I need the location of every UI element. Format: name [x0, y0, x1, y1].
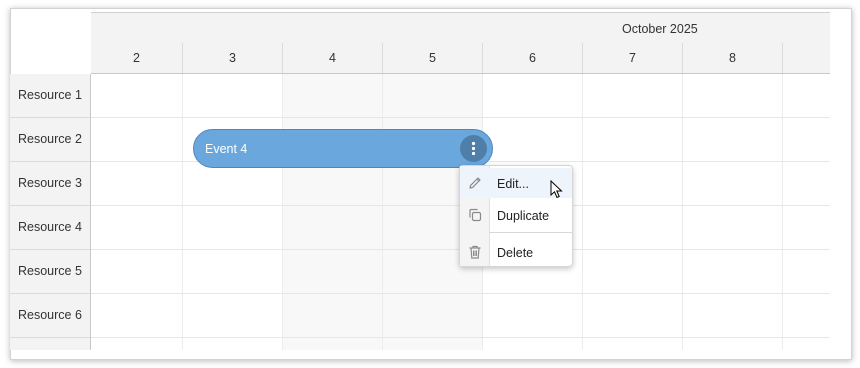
event-label: Event 4 [205, 142, 248, 156]
resource-row[interactable]: Resource 5 [10, 250, 830, 294]
resource-row[interactable]: Resource 6 [10, 294, 830, 338]
resource-row[interactable] [10, 338, 830, 350]
resource-label: Resource 2 [10, 118, 91, 162]
event-bar[interactable]: Event 4 [193, 129, 493, 168]
day-header-cell[interactable]: 4 [283, 43, 383, 73]
resource-label: Resource 4 [10, 206, 91, 250]
month-label: October 2025 [622, 22, 698, 36]
mouse-cursor-icon [550, 180, 563, 199]
menu-item-delete[interactable]: Delete [460, 237, 572, 267]
resource-row[interactable]: Resource 3 [10, 162, 830, 206]
resource-row[interactable]: Resource 1 [10, 74, 830, 118]
month-header: October 2025 [91, 12, 830, 44]
menu-separator [489, 232, 572, 233]
menu-item-label: Delete [497, 246, 534, 260]
scheduler: October 2025 2 3 4 5 6 7 8 9 Resource 1 … [10, 12, 830, 350]
resource-label: Resource 1 [10, 74, 91, 118]
day-header-cell[interactable]: 5 [383, 43, 483, 73]
day-header-cell[interactable]: 8 [683, 43, 783, 73]
menu-item-duplicate[interactable]: Duplicate [460, 200, 572, 230]
day-header-cell[interactable]: 3 [183, 43, 283, 73]
resource-label: Resource 5 [10, 250, 91, 294]
pencil-icon [469, 177, 481, 189]
day-header-cell[interactable]: 7 [583, 43, 683, 73]
resource-label-partial [10, 338, 91, 350]
resource-row[interactable]: Resource 4 [10, 206, 830, 250]
vertical-dots-icon [471, 141, 476, 156]
menu-item-label: Duplicate [497, 209, 550, 223]
day-header-cell[interactable]: 9 [783, 43, 831, 73]
menu-item-label: Edit... [497, 177, 529, 191]
day-header-row: 2 3 4 5 6 7 8 9 [91, 43, 830, 74]
resource-label: Resource 6 [10, 294, 91, 338]
copy-icon [469, 208, 482, 222]
trash-icon [469, 245, 481, 259]
day-header-cell[interactable]: 6 [483, 43, 583, 73]
day-header-cell[interactable]: 2 [91, 43, 183, 73]
resource-label: Resource 3 [10, 162, 91, 206]
event-menu-button[interactable] [460, 135, 487, 162]
